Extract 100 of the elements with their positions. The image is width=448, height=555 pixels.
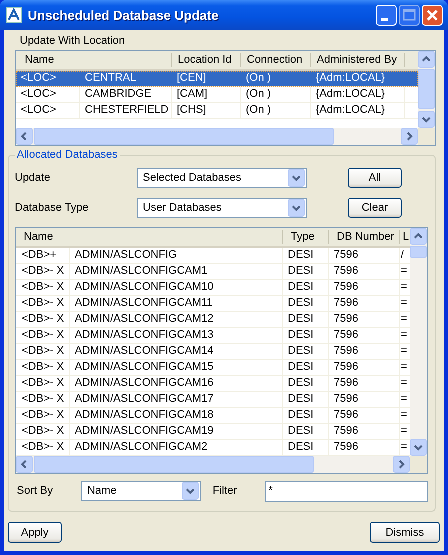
table-cell: 7596 <box>329 376 400 391</box>
database-flag: <DB>- X <box>16 376 70 391</box>
scroll-right-button[interactable] <box>393 456 410 473</box>
list-row[interactable]: <LOC> CENTRAL [CEN] (On ) {Adm:LOCAL} <box>16 71 418 87</box>
table-cell: 7596 <box>329 440 400 455</box>
table-cell: (On ) <box>241 87 311 102</box>
table-cell-text: = <box>400 360 408 375</box>
dropdown-button[interactable] <box>182 482 199 500</box>
list-row[interactable]: <DB>- X ADMIN/ASLCONFIGCAM15 DESI 7596 = <box>16 360 410 376</box>
table-cell: CENTRAL <box>80 71 172 86</box>
list-row[interactable]: <DB>- X ADMIN/ASLCONFIGCAM11 DESI 7596 = <box>16 296 410 312</box>
list-row[interactable]: <DB>- X ADMIN/ASLCONFIGCAM19 DESI 7596 = <box>16 424 410 440</box>
table-cell: 7596 <box>329 424 400 439</box>
table-cell: 7596 <box>329 280 400 295</box>
scroll-left-button[interactable] <box>16 128 33 145</box>
table-cell: ADMIN/ASLCONFIGCAM17 <box>70 392 283 407</box>
table-cell: 7596 <box>329 392 400 407</box>
scroll-thumb[interactable] <box>34 456 314 473</box>
table-cell: ADMIN/ASLCONFIG <box>70 248 283 263</box>
column-header[interactable]: Location Id <box>172 53 241 67</box>
scroll-up-button[interactable] <box>410 228 427 245</box>
scroll-thumb[interactable] <box>34 128 334 145</box>
scroll-right-button[interactable] <box>401 128 418 145</box>
list-row[interactable]: <DB>- X ADMIN/ASLCONFIGCAM13 DESI 7596 = <box>16 328 410 344</box>
column-header[interactable]: L <box>400 230 410 244</box>
table-cell: (On ) <box>241 71 311 86</box>
database-flag: <DB>- X <box>16 392 70 407</box>
table-cell-text: = <box>400 376 408 391</box>
dropdown-button[interactable] <box>288 169 305 187</box>
table-cell: (On ) <box>241 103 311 118</box>
dismiss-button[interactable]: Dismiss <box>370 522 440 543</box>
all-button[interactable]: All <box>348 168 402 188</box>
column-header[interactable]: DB Number <box>329 230 400 244</box>
list-row[interactable]: <LOC> CHESTERFIELD [CHS] (On ) {Adm:LOCAL} <box>16 103 418 119</box>
location-tag: <LOC> <box>16 71 80 86</box>
scroll-thumb[interactable] <box>410 246 427 258</box>
table-cell: DESI <box>283 248 329 263</box>
list-row[interactable]: <DB>- X ADMIN/ASLCONFIGCAM10 DESI 7596 = <box>16 280 410 296</box>
table-cell: 7596 <box>329 248 400 263</box>
database-flag: <DB>- X <box>16 344 70 359</box>
apply-button[interactable]: Apply <box>8 522 62 543</box>
table-cell: {Adm:LOCAL} <box>311 87 405 102</box>
database-type-dropdown[interactable]: User Databases <box>137 198 307 218</box>
list-row[interactable]: <LOC> CAMBRIDGE [CAM] (On ) {Adm:LOCAL} <box>16 87 418 103</box>
sort-by-dropdown[interactable]: Name <box>81 481 201 501</box>
scroll-left-button[interactable] <box>16 456 33 473</box>
table-cell: ADMIN/ASLCONFIGCAM1 <box>70 264 283 279</box>
database-flag: <DB>- X <box>16 360 70 375</box>
table-cell: DESI <box>283 376 329 391</box>
clear-button[interactable]: Clear <box>348 198 402 218</box>
table-cell: 7596 <box>329 264 400 279</box>
field-label: Update <box>15 172 52 184</box>
table-cell: 7596 <box>329 408 400 423</box>
list-row[interactable]: <DB>+ ADMIN/ASLCONFIG DESI 7596 / <box>16 248 410 264</box>
column-header[interactable]: Name <box>16 53 172 67</box>
column-header[interactable]: Connection <box>241 53 311 67</box>
list-row[interactable]: <DB>- X ADMIN/ASLCONFIGCAM14 DESI 7596 = <box>16 344 410 360</box>
table-cell: DESI <box>283 296 329 311</box>
table-cell: ADMIN/ASLCONFIGCAM12 <box>70 312 283 327</box>
update-dropdown[interactable]: Selected Databases <box>137 168 307 188</box>
table-cell: CAMBRIDGE <box>80 87 172 102</box>
table-cell-text: = <box>400 312 408 327</box>
close-button[interactable] <box>422 4 443 26</box>
table-cell: ADMIN/ASLCONFIGCAM16 <box>70 376 283 391</box>
table-cell-text: = <box>400 344 408 359</box>
column-header[interactable]: Administered By <box>311 53 405 67</box>
table-cell-text: = <box>400 328 408 343</box>
list-row[interactable]: <DB>- X ADMIN/ASLCONFIGCAM17 DESI 7596 = <box>16 392 410 408</box>
table-cell: CHESTERFIELD <box>80 103 172 118</box>
scroll-down-button[interactable] <box>410 439 427 456</box>
database-flag: <DB>- X <box>16 440 70 455</box>
table-cell: ADMIN/ASLCONFIGCAM11 <box>70 296 283 311</box>
list-row[interactable]: <DB>- X ADMIN/ASLCONFIGCAM16 DESI 7596 = <box>16 376 410 392</box>
table-cell: ADMIN/ASLCONFIGCAM10 <box>70 280 283 295</box>
list-row[interactable]: <DB>- X ADMIN/ASLCONFIGCAM12 DESI 7596 = <box>16 312 410 328</box>
scroll-down-button[interactable] <box>418 111 435 128</box>
window-title: Unscheduled Database Update <box>28 8 220 22</box>
scroll-up-button[interactable] <box>418 51 435 68</box>
table-cell: DESI <box>283 424 329 439</box>
list-row[interactable]: <DB>- X ADMIN/ASLCONFIGCAM18 DESI 7596 = <box>16 408 410 424</box>
location-tag: <LOC> <box>16 87 80 102</box>
table-cell-text: = <box>400 424 408 439</box>
filter-field[interactable]: * <box>264 480 428 502</box>
list-row[interactable]: <DB>- X ADMIN/ASLCONFIGCAM1 DESI 7596 = <box>16 264 410 280</box>
minimize-button[interactable] <box>376 4 397 26</box>
table-cell: DESI <box>283 392 329 407</box>
column-header[interactable]: Name <box>16 230 283 244</box>
maximize-button[interactable] <box>399 4 420 26</box>
dropdown-button[interactable] <box>288 199 305 217</box>
table-cell: [CHS] <box>172 103 241 118</box>
table-cell: {Adm:LOCAL} <box>311 71 405 86</box>
field-label: Filter <box>212 485 238 497</box>
field-label: Database Type <box>15 202 90 214</box>
table-cell: DESI <box>283 440 329 455</box>
database-flag: <DB>- X <box>16 296 70 311</box>
table-cell-text: / <box>400 248 406 263</box>
table-cell: ADMIN/ASLCONFIGCAM14 <box>70 344 283 359</box>
scroll-thumb[interactable] <box>418 69 435 109</box>
database-flag: <DB>- X <box>16 264 70 279</box>
column-header[interactable]: Type <box>283 230 329 244</box>
